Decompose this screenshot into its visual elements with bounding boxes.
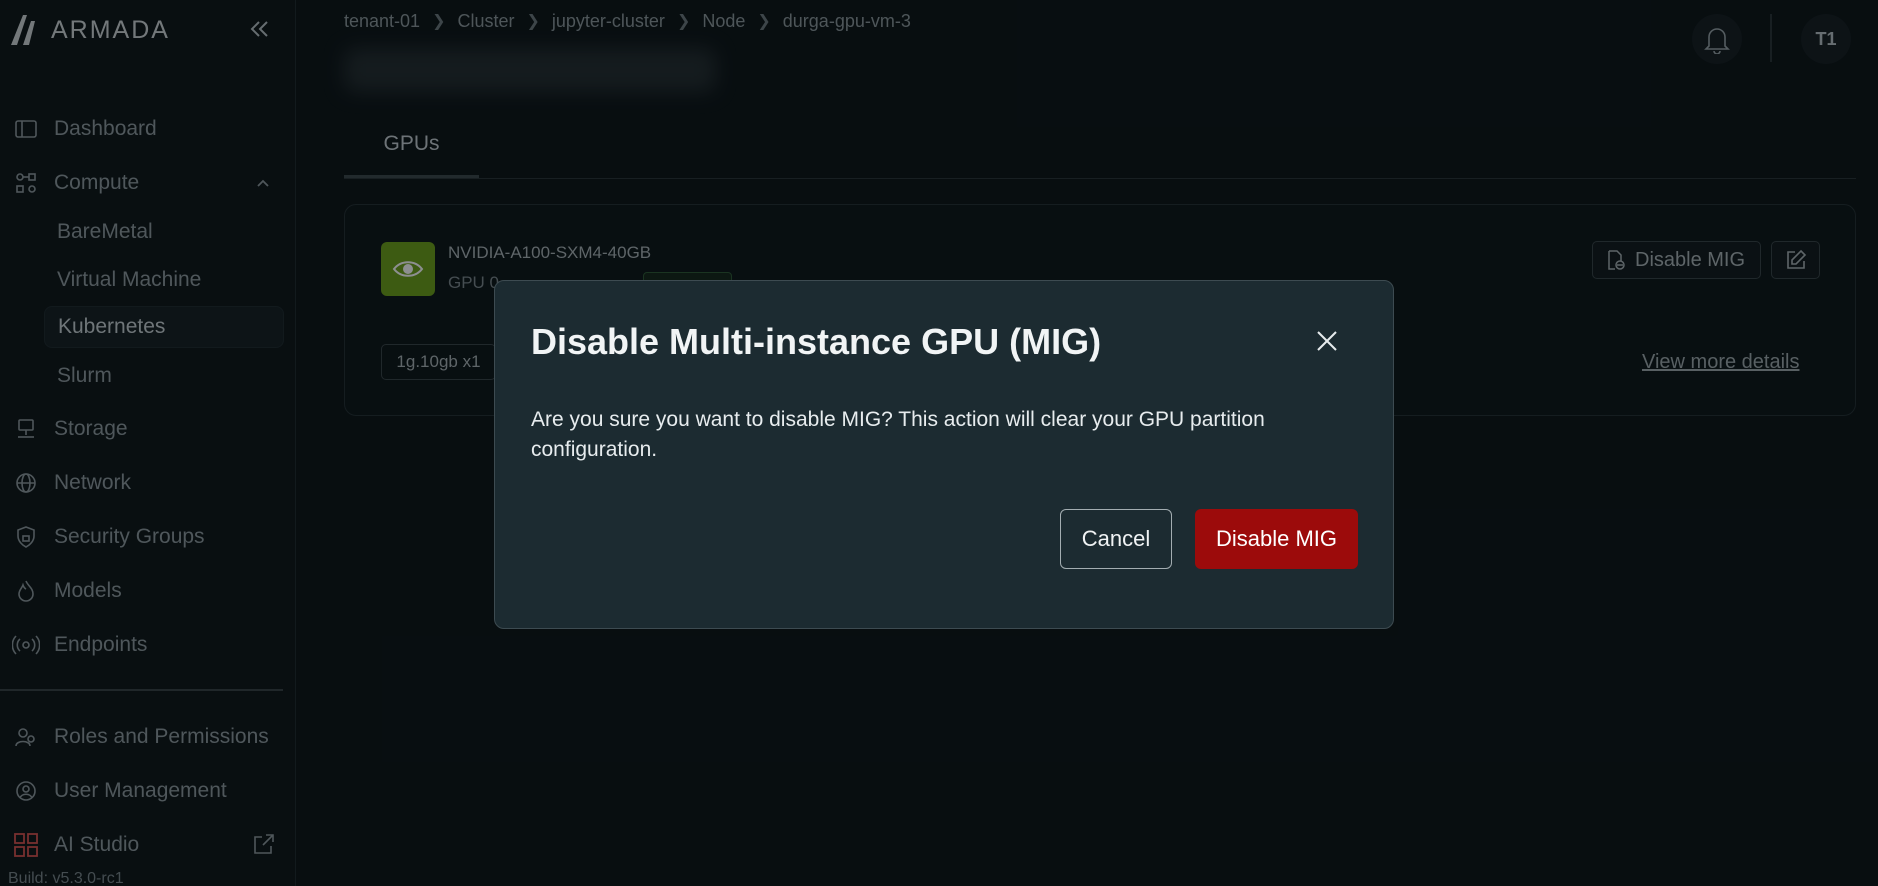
close-button[interactable] [1311, 325, 1343, 357]
cancel-button[interactable]: Cancel [1060, 509, 1172, 569]
dialog-message: Are you sure you want to disable MIG? Th… [531, 408, 1265, 461]
disable-mig-dialog: Disable Multi-instance GPU (MIG) Are you… [494, 280, 1394, 629]
confirm-disable-mig-button[interactable]: Disable MIG [1195, 509, 1358, 569]
dialog-title: Disable Multi-instance GPU (MIG) [531, 321, 1102, 362]
close-icon [1317, 331, 1337, 351]
